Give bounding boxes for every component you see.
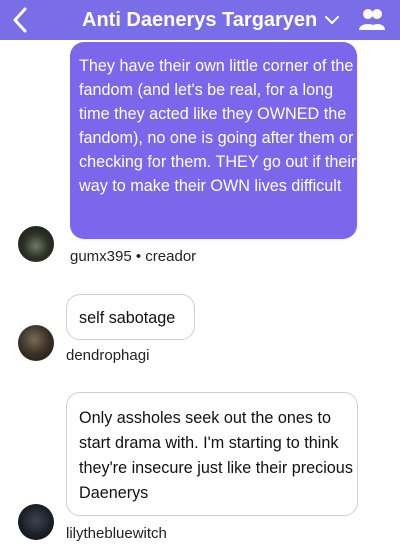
chevron-left-icon: [13, 7, 27, 33]
back-button[interactable]: [8, 2, 32, 38]
chat-header: Anti Daenerys Targaryen: [0, 0, 400, 40]
chevron-down-icon: [325, 16, 340, 24]
chat-title-dropdown[interactable]: Anti Daenerys Targaryen: [82, 0, 342, 40]
message-bubble[interactable]: self sabotage: [66, 294, 195, 340]
avatar[interactable]: [18, 325, 54, 361]
avatar[interactable]: [18, 226, 54, 262]
message-author[interactable]: dendrophagi: [66, 347, 149, 364]
avatar[interactable]: [18, 504, 54, 540]
message-author[interactable]: gumx395 • creador: [70, 248, 196, 265]
chat-title: Anti Daenerys Targaryen: [82, 8, 318, 31]
message-bubble[interactable]: Only assholes seek out the ones to start…: [66, 392, 358, 516]
people-icon[interactable]: [358, 6, 386, 34]
message-author[interactable]: lilythebluewitch: [66, 525, 167, 542]
message-bubble-own[interactable]: They have their own little corner of the…: [70, 42, 357, 239]
